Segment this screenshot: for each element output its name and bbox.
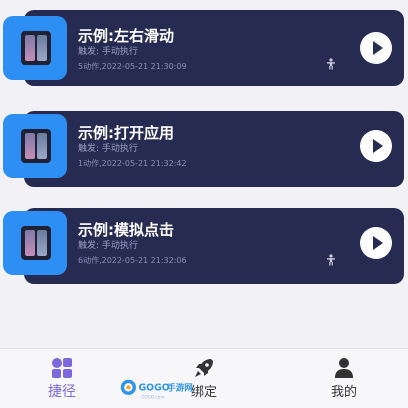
rocket-icon [195,359,213,377]
shortcut-title: 示例:打开应用 [78,124,174,142]
shortcut-thumbnail [3,16,67,80]
shortcut-trigger: 触发: 手动执行 [78,241,138,251]
play-button[interactable] [360,130,392,162]
svg-text:GOGO.com: GOGO.com [141,394,164,399]
tab-profile[interactable]: 我的 [304,357,384,400]
person-icon [327,254,335,266]
svg-text:手游网: 手游网 [167,383,192,393]
play-button[interactable] [360,32,392,64]
tab-shortcuts[interactable]: 捷径 [22,357,102,401]
grid-icon [52,358,72,378]
shortcut-meta: 1动作,2022-05-21 21:32:42 [78,159,187,168]
shortcut-title: 示例:模拟点击 [78,221,174,239]
watermark-logo: GOGO 手游网 GOGO.com [120,379,193,399]
tab-label: 我的 [330,385,357,400]
shortcut-thumbnail [3,114,67,178]
bottom-tab-bar: 捷径 绑定 我的 [0,348,408,408]
shortcut-trigger: 触发: 手动执行 [78,144,138,154]
play-button[interactable] [360,227,392,259]
app-preview-icon [21,31,51,65]
app-preview-icon [21,226,51,260]
shortcut-thumbnail [3,211,67,275]
shortcut-title: 示例:左右滑动 [78,27,174,45]
svg-text:GOGO: GOGO [139,383,170,394]
person-icon [327,58,335,70]
tab-label: 捷径 [48,384,76,400]
app-preview-icon [21,129,51,163]
shortcut-trigger: 触发: 手动执行 [78,47,138,57]
person-icon [335,358,353,378]
shortcut-meta: 6动作,2022-05-21 21:32:06 [78,256,187,265]
shortcut-meta: 5动作,2022-05-21 21:30:09 [78,62,187,71]
